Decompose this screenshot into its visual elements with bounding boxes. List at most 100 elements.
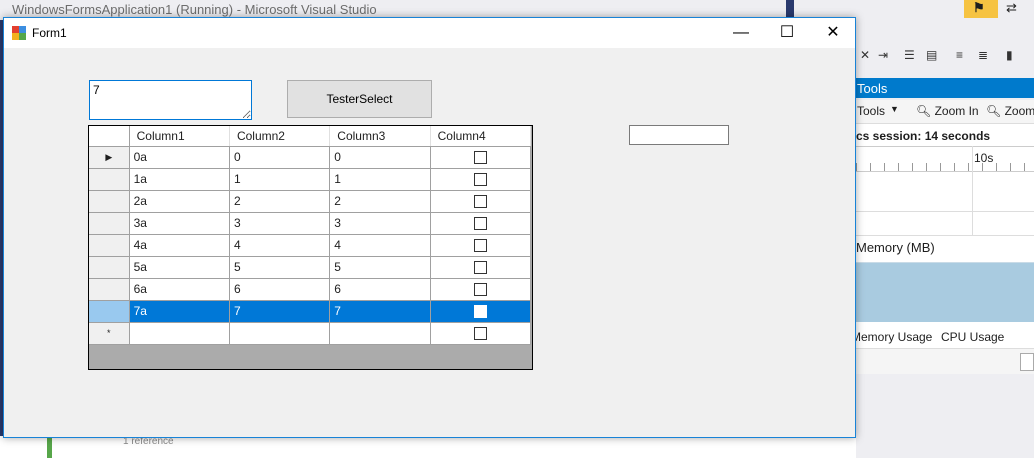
- grid-cell[interactable]: 3: [229, 212, 331, 235]
- form-app-icon: [12, 26, 26, 40]
- grid-cell[interactable]: 3: [329, 212, 431, 235]
- grid-cell[interactable]: 4: [329, 234, 431, 257]
- row-header[interactable]: [89, 190, 130, 213]
- grid-cell[interactable]: 0: [329, 146, 431, 169]
- grid-checkbox-cell[interactable]: [430, 300, 532, 323]
- grid-checkbox-cell[interactable]: [430, 256, 532, 279]
- tester-select-button[interactable]: TesterSelect: [287, 80, 432, 118]
- data-grid[interactable]: Column1 Column2 Column3 Column4 ▶ 0a 0 0 1a 1…: [88, 125, 533, 370]
- grid-cell[interactable]: [129, 322, 230, 345]
- new-row[interactable]: *: [89, 322, 532, 345]
- secondary-textbox[interactable]: [629, 125, 729, 145]
- filter-dropdown[interactable]: [1020, 353, 1034, 371]
- checkbox[interactable]: [473, 305, 487, 319]
- indent-icon[interactable]: ☰: [904, 48, 915, 62]
- table-row[interactable]: 2a 2 2: [89, 190, 532, 213]
- grid-cell[interactable]: 0: [229, 146, 331, 169]
- tab-cpu-usage[interactable]: CPU Usage: [941, 330, 1004, 344]
- checkbox[interactable]: [473, 217, 487, 231]
- grid-cell[interactable]: 0a: [129, 146, 230, 169]
- column-header[interactable]: Column1: [129, 126, 230, 147]
- row-header[interactable]: [89, 300, 130, 323]
- grid-cell[interactable]: 2: [229, 190, 331, 213]
- grid-cell[interactable]: 7: [229, 300, 331, 323]
- table-row[interactable]: 5a 5 5: [89, 256, 532, 279]
- close-icon: ✕: [826, 24, 840, 41]
- new-row-icon: *: [107, 328, 111, 338]
- grid-header-row: Column1 Column2 Column3 Column4: [89, 126, 532, 147]
- table-row[interactable]: 6a 6 6: [89, 278, 532, 301]
- grid-checkbox-cell[interactable]: [430, 278, 532, 301]
- row-header[interactable]: *: [89, 322, 130, 345]
- step-icon[interactable]: ⇥: [878, 48, 888, 62]
- form1-titlebar[interactable]: Form1 — ☐ ✕: [4, 18, 855, 48]
- zoom-in-button[interactable]: 🔍︎ Zoom In: [916, 104, 979, 118]
- bookmark-icon[interactable]: ▮: [1006, 48, 1013, 62]
- grid-cell[interactable]: 4a: [129, 234, 230, 257]
- grid-cell[interactable]: 1: [229, 168, 331, 191]
- grid-cell[interactable]: [329, 322, 431, 345]
- checkbox[interactable]: [473, 173, 487, 187]
- checkbox[interactable]: [473, 283, 487, 297]
- row-header[interactable]: [89, 256, 130, 279]
- grid-cell[interactable]: 1: [329, 168, 431, 191]
- grid-cell[interactable]: 1a: [129, 168, 230, 191]
- zoom-out-label: Zoom: [1004, 104, 1034, 118]
- grid-cell[interactable]: 5a: [129, 256, 230, 279]
- close-button[interactable]: ✕: [810, 18, 856, 48]
- grid-checkbox-cell[interactable]: [430, 190, 532, 213]
- grid-checkbox-cell[interactable]: [430, 322, 532, 345]
- tab-memory-usage[interactable]: Memory Usage: [851, 330, 932, 344]
- grid-cell[interactable]: 4: [229, 234, 331, 257]
- zoom-out-button[interactable]: 🔍︎ Zoom: [986, 104, 1034, 118]
- column-header[interactable]: Column2: [229, 126, 331, 147]
- tools-dropdown[interactable]: Tools: [857, 104, 885, 118]
- table-row[interactable]: 1a 1 1: [89, 168, 532, 191]
- current-row-indicator-icon: ▶: [105, 151, 113, 162]
- breakpoint-icon[interactable]: ✕: [860, 48, 870, 62]
- minimize-button[interactable]: —: [718, 18, 764, 48]
- value-textbox[interactable]: 7: [89, 80, 252, 120]
- checkbox[interactable]: [473, 151, 487, 165]
- grid-checkbox-cell[interactable]: [430, 146, 532, 169]
- comment-icon[interactable]: ≡: [956, 48, 963, 62]
- grid-cell[interactable]: 5: [229, 256, 331, 279]
- checkbox[interactable]: [473, 261, 487, 275]
- row-header[interactable]: [89, 212, 130, 235]
- table-row[interactable]: 3a 3 3: [89, 212, 532, 235]
- vs-notification-button[interactable]: ⚑: [964, 0, 998, 18]
- grid-cell[interactable]: 7a: [129, 300, 230, 323]
- grid-cell[interactable]: [229, 322, 331, 345]
- grid-cell[interactable]: 6: [229, 278, 331, 301]
- row-header[interactable]: [89, 234, 130, 257]
- grid-corner-header[interactable]: [89, 126, 130, 147]
- live-share-icon[interactable]: ⇄: [1006, 0, 1017, 16]
- grid-cell[interactable]: 6: [329, 278, 431, 301]
- vs-window-title: WindowsFormsApplication1 (Running) - Mic…: [12, 2, 377, 17]
- grid-cell[interactable]: 2: [329, 190, 431, 213]
- table-row[interactable]: ▶ 0a 0 0: [89, 146, 532, 169]
- table-row[interactable]: 7a 7 7: [89, 300, 532, 323]
- grid-checkbox-cell[interactable]: [430, 168, 532, 191]
- column-header[interactable]: Column3: [329, 126, 431, 147]
- magnifier-icon: 🔍︎: [916, 104, 932, 118]
- row-header[interactable]: [89, 278, 130, 301]
- grid-cell[interactable]: 6a: [129, 278, 230, 301]
- grid-checkbox-cell[interactable]: [430, 212, 532, 235]
- uncomment-icon[interactable]: ≣: [978, 48, 988, 62]
- row-header[interactable]: ▶: [89, 146, 130, 169]
- chevron-down-icon[interactable]: ▼: [890, 104, 899, 114]
- checkbox[interactable]: [473, 327, 487, 341]
- checkbox[interactable]: [473, 239, 487, 253]
- grid-checkbox-cell[interactable]: [430, 234, 532, 257]
- checkbox[interactable]: [473, 195, 487, 209]
- layout-icon[interactable]: ▤: [926, 48, 937, 62]
- grid-cell[interactable]: 7: [329, 300, 431, 323]
- grid-cell[interactable]: 5: [329, 256, 431, 279]
- grid-cell[interactable]: 3a: [129, 212, 230, 235]
- table-row[interactable]: 4a 4 4: [89, 234, 532, 257]
- row-header[interactable]: [89, 168, 130, 191]
- column-header[interactable]: Column4: [430, 126, 532, 147]
- maximize-button[interactable]: ☐: [764, 18, 810, 48]
- grid-cell[interactable]: 2a: [129, 190, 230, 213]
